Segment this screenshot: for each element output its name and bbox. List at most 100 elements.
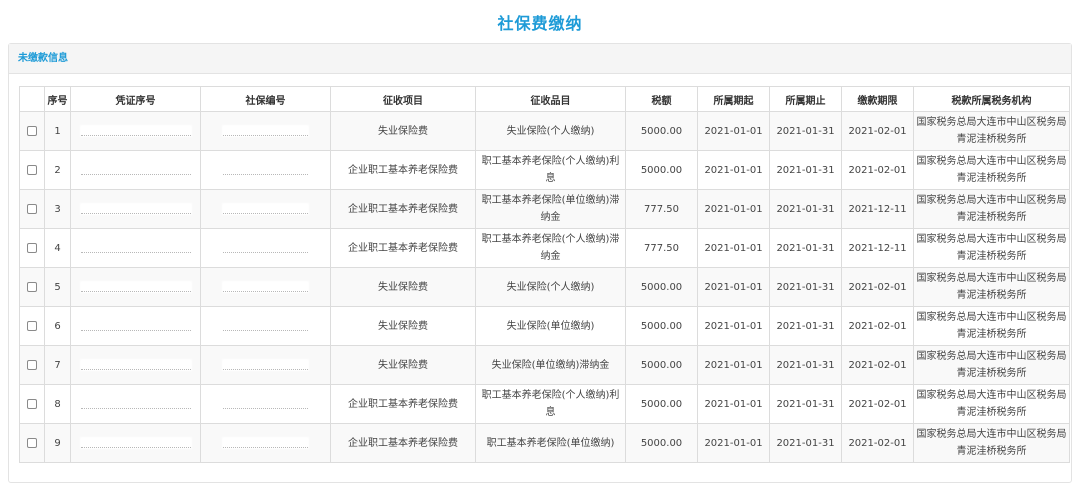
panel-title: 未缴款信息: [9, 44, 1071, 74]
tax-org-cell: 国家税务总局大连市中山区税务局青泥洼桥税务所: [913, 345, 1070, 385]
redacted-voucher-no: [80, 242, 191, 253]
collection-item-cell: 失业保险费: [330, 267, 476, 307]
redacted-social-security-no: [223, 281, 308, 292]
amount-cell: 5000.00: [625, 384, 698, 424]
amount-cell: 777.50: [625, 189, 698, 229]
tax-org-cell: 国家税务总局大连市中山区税务局青泥洼桥税务所: [913, 111, 1070, 151]
voucher-no-cell: [70, 189, 201, 229]
tax-org-cell: 国家税务总局大连市中山区税务局青泥洼桥税务所: [913, 150, 1070, 190]
period-start-cell: 2021-01-01: [697, 111, 770, 151]
deadline-cell: 2021-02-01: [841, 384, 914, 424]
period-end-cell: 2021-01-31: [769, 267, 842, 307]
period-end-cell: 2021-01-31: [769, 423, 842, 463]
tax-org-cell: 国家税务总局大连市中山区税务局青泥洼桥税务所: [913, 384, 1070, 424]
period-start-cell: 2021-01-01: [697, 345, 770, 385]
table-row[interactable]: 9 企业职工基本养老保险费 职工基本养老保险(单位缴纳) 5000.00 202…: [19, 423, 1070, 463]
voucher-no-cell: [70, 345, 201, 385]
social-security-no-cell: [200, 228, 331, 268]
header-cell: 征收品目: [475, 86, 626, 112]
period-end-cell: 2021-01-31: [769, 345, 842, 385]
table-row[interactable]: 3 企业职工基本养老保险费 职工基本养老保险(单位缴纳)滞纳金 777.50 2…: [19, 189, 1070, 229]
header-cell: 凭证序号: [70, 86, 201, 112]
row-checkbox[interactable]: [27, 164, 37, 175]
collection-subitem-cell: 失业保险(单位缴纳)滞纳金: [475, 345, 626, 385]
row-select-cell: [19, 267, 45, 307]
row-select-cell: [19, 306, 45, 346]
row-checkbox[interactable]: [27, 320, 37, 331]
period-end-cell: 2021-01-31: [769, 111, 842, 151]
table-row[interactable]: 7 失业保险费 失业保险(单位缴纳)滞纳金 5000.00 2021-01-01…: [19, 345, 1070, 385]
amount-cell: 5000.00: [625, 111, 698, 151]
header-cell: 序号: [44, 86, 71, 112]
deadline-cell: 2021-02-01: [841, 345, 914, 385]
period-end-cell: 2021-01-31: [769, 150, 842, 190]
row-checkbox[interactable]: [27, 398, 37, 409]
collection-item-cell: 失业保险费: [330, 306, 476, 346]
collection-item-cell: 企业职工基本养老保险费: [330, 384, 476, 424]
voucher-no-cell: [70, 384, 201, 424]
page-title: 社保费缴纳: [497, 14, 583, 33]
redacted-social-security-no: [223, 398, 308, 409]
row-checkbox[interactable]: [27, 203, 37, 214]
row-select-cell: [19, 189, 45, 229]
deadline-cell: 2021-12-11: [841, 228, 914, 268]
deadline-cell: 2021-02-01: [841, 267, 914, 307]
voucher-no-cell: [70, 150, 201, 190]
header-cell: 所属期起: [697, 86, 770, 112]
row-select-cell: [19, 228, 45, 268]
unpaid-info-panel: 未缴款信息 序号 凭证序号 社保编号 征收项目 征收品目 税额 所属期起 所属期…: [8, 43, 1072, 483]
table-row[interactable]: 6 失业保险费 失业保险(单位缴纳) 5000.00 2021-01-01 20…: [19, 306, 1070, 346]
social-security-no-cell: [200, 189, 331, 229]
table-row[interactable]: 5 失业保险费 失业保险(个人缴纳) 5000.00 2021-01-01 20…: [19, 267, 1070, 307]
row-checkbox[interactable]: [27, 359, 37, 370]
collection-subitem-cell: 职工基本养老保险(单位缴纳)滞纳金: [475, 189, 626, 229]
collection-subitem-cell: 失业保险(单位缴纳): [475, 306, 626, 346]
row-checkbox[interactable]: [27, 242, 37, 253]
header-select: [19, 86, 45, 112]
table-row[interactable]: 8 企业职工基本养老保险费 职工基本养老保险(个人缴纳)利息 5000.00 2…: [19, 384, 1070, 424]
table-row[interactable]: 1 失业保险费 失业保险(个人缴纳) 5000.00 2021-01-01 20…: [19, 111, 1070, 151]
table-row[interactable]: 2 企业职工基本养老保险费 职工基本养老保险(个人缴纳)利息 5000.00 2…: [19, 150, 1070, 190]
period-start-cell: 2021-01-01: [697, 384, 770, 424]
collection-subitem-cell: 职工基本养老保险(单位缴纳): [475, 423, 626, 463]
collection-subitem-cell: 职工基本养老保险(个人缴纳)利息: [475, 150, 626, 190]
amount-cell: 5000.00: [625, 423, 698, 463]
row-select-cell: [19, 111, 45, 151]
period-start-cell: 2021-01-01: [697, 150, 770, 190]
period-end-cell: 2021-01-31: [769, 384, 842, 424]
seq-cell: 4: [44, 228, 71, 268]
deadline-cell: 2021-02-01: [841, 423, 914, 463]
row-select-cell: [19, 150, 45, 190]
row-select-cell: [19, 345, 45, 385]
collection-item-cell: 企业职工基本养老保险费: [330, 150, 476, 190]
redacted-social-security-no: [223, 203, 308, 214]
amount-cell: 777.50: [625, 228, 698, 268]
tax-org-cell: 国家税务总局大连市中山区税务局青泥洼桥税务所: [913, 189, 1070, 229]
seq-cell: 5: [44, 267, 71, 307]
collection-subitem-cell: 职工基本养老保险(个人缴纳)利息: [475, 384, 626, 424]
tax-org-cell: 国家税务总局大连市中山区税务局青泥洼桥税务所: [913, 306, 1070, 346]
collection-item-cell: 企业职工基本养老保险费: [330, 189, 476, 229]
period-start-cell: 2021-01-01: [697, 189, 770, 229]
seq-cell: 9: [44, 423, 71, 463]
collection-subitem-cell: 失业保险(个人缴纳): [475, 111, 626, 151]
table-row[interactable]: 4 企业职工基本养老保险费 职工基本养老保险(个人缴纳)滞纳金 777.50 2…: [19, 228, 1070, 268]
tax-org-cell: 国家税务总局大连市中山区税务局青泥洼桥税务所: [913, 267, 1070, 307]
redacted-social-security-no: [223, 320, 308, 331]
table-header-row: 序号 凭证序号 社保编号 征收项目 征收品目 税额 所属期起 所属期止 缴款期限…: [19, 86, 1070, 112]
voucher-no-cell: [70, 306, 201, 346]
unpaid-table: 序号 凭证序号 社保编号 征收项目 征收品目 税额 所属期起 所属期止 缴款期限…: [19, 86, 1070, 463]
period-end-cell: 2021-01-31: [769, 189, 842, 229]
tax-org-cell: 国家税务总局大连市中山区税务局青泥洼桥税务所: [913, 423, 1070, 463]
row-checkbox[interactable]: [27, 437, 37, 448]
redacted-voucher-no: [80, 281, 191, 292]
header-cell: 征收项目: [330, 86, 476, 112]
collection-item-cell: 失业保险费: [330, 345, 476, 385]
period-start-cell: 2021-01-01: [697, 423, 770, 463]
social-security-no-cell: [200, 111, 331, 151]
amount-cell: 5000.00: [625, 150, 698, 190]
row-checkbox[interactable]: [27, 281, 37, 292]
collection-item-cell: 企业职工基本养老保险费: [330, 423, 476, 463]
row-checkbox[interactable]: [27, 125, 37, 136]
social-security-no-cell: [200, 306, 331, 346]
